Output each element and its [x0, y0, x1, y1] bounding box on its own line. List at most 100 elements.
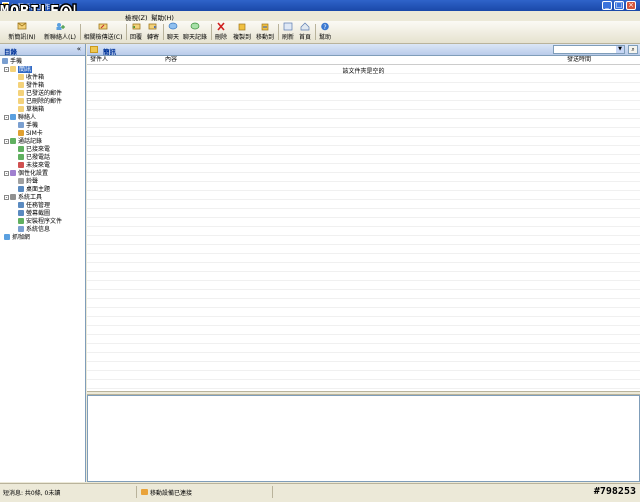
home-button[interactable]: 首頁 — [298, 22, 312, 42]
tree-item-phone[interactable]: 手機 — [2, 58, 22, 66]
refresh-button[interactable]: 刷新 — [281, 22, 295, 42]
toolbar-separator — [211, 24, 212, 40]
collapse-toggle[interactable]: - — [4, 115, 9, 121]
device-connected-icon — [141, 489, 148, 495]
tree-item-personalize[interactable]: - 個性化設置 — [4, 170, 48, 178]
tree-label: 手機 — [10, 58, 23, 65]
send-label: 相關檢傳送(C) — [83, 34, 123, 41]
copy-to-icon — [238, 23, 246, 31]
sms-folder-icon — [10, 66, 16, 72]
tree-item-web[interactable]: 抓咖網 — [4, 234, 30, 242]
tree-item-outbox[interactable]: 發件箱 — [18, 82, 44, 90]
collapse-toggle[interactable]: - — [4, 139, 9, 145]
maximize-button[interactable]: □ — [614, 1, 624, 10]
tree-item-task-manager[interactable]: 任務管理 — [18, 202, 50, 210]
new-sms-icon — [17, 22, 27, 30]
collapse-toggle[interactable]: - — [4, 195, 9, 201]
new-sms-label: 新簡訊(N) — [8, 34, 36, 41]
reply-icon — [132, 23, 141, 30]
close-button[interactable]: × — [626, 1, 636, 10]
tree-label: 鈴聲 — [26, 178, 39, 185]
tree-item-drafts[interactable]: 草稿箱 — [18, 106, 44, 114]
copy-to-button[interactable]: 複製到 — [232, 22, 252, 42]
chat-button[interactable]: 聊天 — [166, 22, 180, 42]
ringtone-icon — [18, 178, 24, 184]
tree-label: 桌面主題 — [26, 186, 51, 193]
tree-item-received-calls[interactable]: 已接來電 — [18, 146, 50, 154]
collapse-pane-button[interactable]: « — [77, 45, 81, 53]
tree-item-system-info[interactable]: 系統信息 — [18, 226, 50, 234]
send-icon — [98, 23, 108, 30]
tree-label: SIM卡 — [26, 130, 43, 137]
help-label: 幫助 — [318, 34, 331, 41]
tree-item-missed-calls[interactable]: 未接來電 — [18, 162, 50, 170]
folder-pane: 目錄 « 手機 - 簡訊 收件箱 發件箱 已發送的郵件 已刪除的郵件 草稿箱 - 聯… — [0, 44, 86, 482]
message-list[interactable]: 發件人 內容 發送時間 該文件夾是空的 — [87, 56, 640, 391]
chevron-down-icon[interactable]: ▼ — [616, 46, 624, 53]
sms-folder-icon — [90, 46, 98, 53]
tree-item-inbox[interactable]: 收件箱 — [18, 74, 44, 82]
call-log-icon — [10, 138, 16, 144]
tools-icon — [10, 194, 16, 200]
delete-button[interactable]: 刪除 — [214, 22, 228, 42]
column-time[interactable]: 發送時間 — [567, 56, 591, 64]
tree-item-deleted[interactable]: 已刪除的郵件 — [18, 98, 62, 106]
chat-label: 聊天 — [166, 34, 179, 41]
tree-item-themes[interactable]: 桌面主題 — [18, 186, 50, 194]
send-button[interactable]: 相關檢傳送(C) — [83, 22, 123, 42]
toolbar-separator — [126, 24, 127, 40]
new-sms-button[interactable]: 新簡訊(N) — [6, 22, 38, 42]
toolbar-separator — [278, 24, 279, 40]
collapse-toggle[interactable]: - — [4, 171, 9, 177]
tree-item-system-tools[interactable]: - 系統工具 — [4, 194, 42, 202]
column-sender[interactable]: 發件人 — [90, 56, 108, 64]
toolbar: 新簡訊(N) 新聯絡人(L) 相關檢傳送(C) 回覆 轉寄 聊天 聊天記錄 刪除… — [0, 21, 640, 44]
reply-button[interactable]: 回覆 — [129, 22, 143, 42]
tree-item-phone-contacts[interactable]: 手機 — [18, 122, 38, 130]
personalize-icon — [10, 170, 16, 176]
content-title: 簡訊 — [103, 48, 116, 56]
search-dropdown[interactable]: ▼ — [553, 45, 625, 54]
tree-label: 聯絡人 — [18, 114, 37, 121]
tree-item-sim[interactable]: SIM卡 — [18, 130, 43, 138]
tree-item-call-log[interactable]: - 通話記錄 — [4, 138, 42, 146]
minimize-button[interactable]: _ — [602, 1, 612, 10]
chat-icon — [168, 22, 178, 30]
move-to-button[interactable]: 移動到 — [255, 22, 275, 42]
tree-item-sms[interactable]: - 簡訊 — [4, 66, 33, 74]
tree-item-install[interactable]: 安裝程序文件 — [18, 218, 62, 226]
install-icon — [18, 218, 24, 224]
column-header-row: 發件人 內容 發送時間 — [87, 56, 640, 65]
menu-bar: 檢視(Z) 幫助(H) — [0, 11, 640, 22]
tree-item-screenshot[interactable]: 螢幕截圖 — [18, 210, 50, 218]
screenshot-icon — [18, 210, 24, 216]
tree-item-dialed-calls[interactable]: 已撥電話 — [18, 154, 50, 162]
search-button[interactable]: ⌕ — [628, 45, 638, 54]
tree-item-contacts[interactable]: - 聯絡人 — [4, 114, 36, 122]
help-button[interactable]: ? 幫助 — [318, 22, 332, 42]
tree-label: 已刪除的郵件 — [26, 98, 63, 105]
new-contact-button[interactable]: 新聯絡人(L) — [42, 22, 78, 42]
tree-label: 收件箱 — [26, 74, 45, 81]
contacts-icon — [10, 114, 16, 120]
copy-to-label: 複製到 — [232, 34, 251, 41]
chat-history-button[interactable]: 聊天記錄 — [182, 22, 208, 42]
chat-history-icon — [190, 22, 200, 30]
watermark-id: #798253 — [593, 486, 636, 497]
tree-label: 抓咖網 — [12, 234, 31, 241]
sent-icon — [18, 90, 24, 96]
theme-icon — [18, 186, 24, 192]
tree-item-ringtones[interactable]: 鈴聲 — [18, 178, 38, 186]
new-contact-label: 新聯絡人(L) — [43, 34, 77, 41]
forward-label: 轉寄 — [146, 34, 159, 41]
folder-pane-header: 目錄 « — [0, 44, 85, 56]
tree-label: 螢幕截圖 — [26, 210, 51, 217]
tree-label: 系統工具 — [18, 194, 43, 201]
tree-item-sent[interactable]: 已發送的郵件 — [18, 90, 62, 98]
forward-button[interactable]: 轉寄 — [146, 22, 160, 42]
tree-label: 已接來電 — [26, 146, 51, 153]
tree-label: 系統信息 — [26, 226, 51, 233]
column-content[interactable]: 內容 — [165, 56, 177, 64]
tree-label: 手機 — [26, 122, 39, 129]
collapse-toggle[interactable]: - — [4, 67, 9, 73]
